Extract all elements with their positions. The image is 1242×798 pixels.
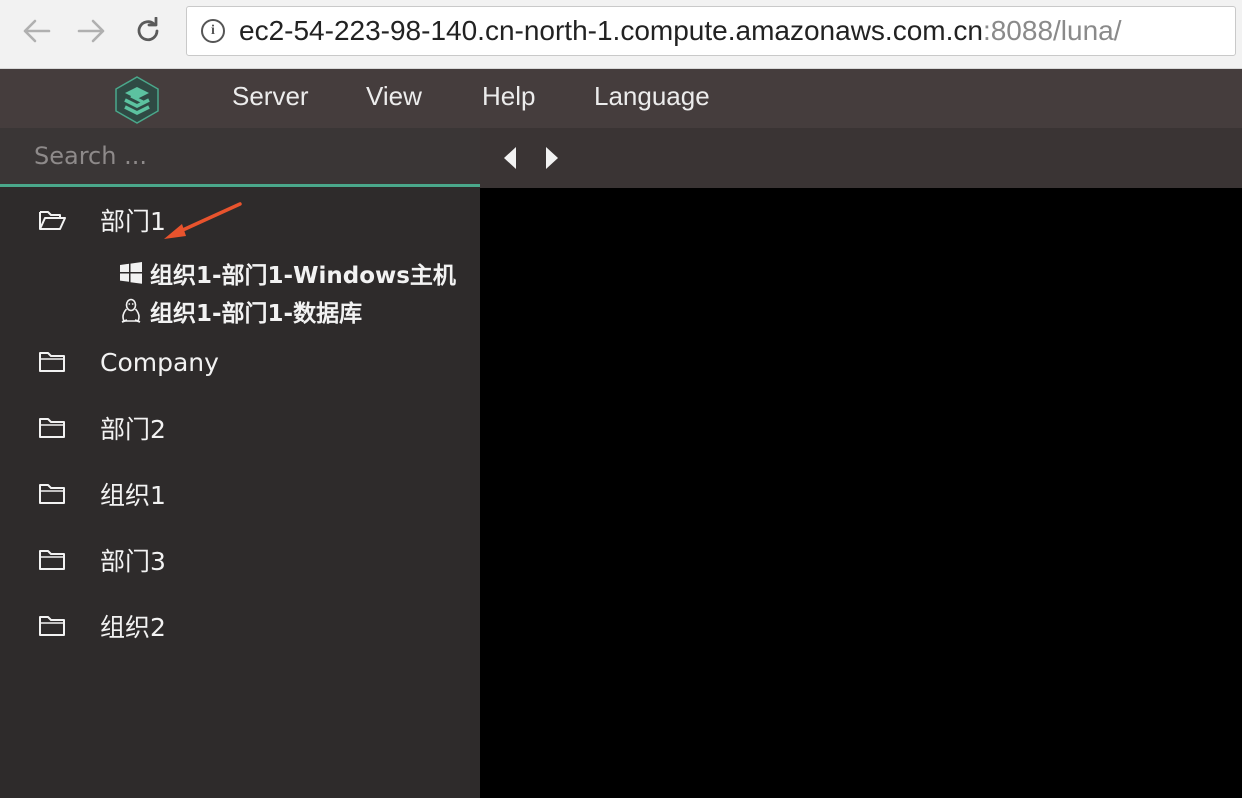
- tab-scroll-left-icon[interactable]: [500, 144, 520, 172]
- tree-group-label: 部门1: [100, 207, 166, 236]
- tree-group-dept2[interactable]: 部门2: [0, 408, 480, 448]
- linux-icon: [121, 298, 141, 323]
- url-path: :8088/luna/: [982, 15, 1122, 46]
- terminal-area[interactable]: [480, 188, 1242, 798]
- folder-icon: [39, 352, 65, 372]
- tree-host-windows[interactable]: 组织1-部门1-Windows主机: [118, 256, 456, 290]
- search-box: [0, 128, 480, 187]
- tree-host-label: 组织1-部门1-Windows主机: [150, 263, 456, 289]
- search-input[interactable]: [0, 128, 480, 184]
- tree-group-org2[interactable]: 组织2: [0, 606, 480, 646]
- logo-icon: [115, 76, 159, 124]
- app-header: Server View Help Language: [0, 69, 1242, 128]
- tree-group-org1[interactable]: 组织1: [0, 474, 480, 514]
- address-bar[interactable]: i ec2-54-223-98-140.cn-north-1.compute.a…: [186, 6, 1236, 56]
- tree-group-label: Company: [100, 347, 219, 377]
- arrow-right-icon: [77, 19, 105, 43]
- browser-toolbar: i ec2-54-223-98-140.cn-north-1.compute.a…: [0, 0, 1242, 69]
- menu-server[interactable]: Server: [232, 81, 309, 112]
- tree-group-company[interactable]: Company: [0, 342, 480, 382]
- reload-icon: [137, 17, 159, 42]
- tree-host-linux[interactable]: 组织1-部门1-数据库: [118, 294, 362, 328]
- folder-icon: [39, 616, 65, 636]
- reload-button[interactable]: [130, 12, 166, 50]
- folder-open-icon: [39, 211, 66, 230]
- url-host: ec2-54-223-98-140.cn-north-1.compute.ama…: [239, 15, 983, 46]
- tree-group-label: 组织1: [100, 481, 166, 510]
- tree-group-label: 组织2: [100, 613, 166, 642]
- arrow-left-icon: [23, 19, 51, 43]
- menu-view[interactable]: View: [366, 81, 422, 112]
- tree-host-label: 组织1-部门1-数据库: [150, 301, 363, 327]
- tree-group-dept1[interactable]: 部门1: [0, 200, 480, 240]
- menu-language[interactable]: Language: [594, 81, 710, 112]
- tree-group-label: 部门3: [100, 547, 166, 576]
- folder-icon: [39, 418, 65, 438]
- tree-group-dept3[interactable]: 部门3: [0, 540, 480, 580]
- info-icon[interactable]: i: [201, 19, 225, 43]
- sidebar: 部门1 组织1-部门1-Windows主机 组织1-部门1-数据库 Compan…: [0, 128, 480, 798]
- windows-icon: [120, 262, 142, 284]
- folder-icon: [39, 484, 65, 504]
- tab-bar: [480, 128, 1242, 188]
- folder-icon: [39, 550, 65, 570]
- menu-help[interactable]: Help: [482, 81, 535, 112]
- tab-scroll-right-icon[interactable]: [542, 144, 562, 172]
- back-button[interactable]: [18, 12, 54, 50]
- forward-button[interactable]: [74, 12, 110, 50]
- tree-group-label: 部门2: [100, 415, 166, 444]
